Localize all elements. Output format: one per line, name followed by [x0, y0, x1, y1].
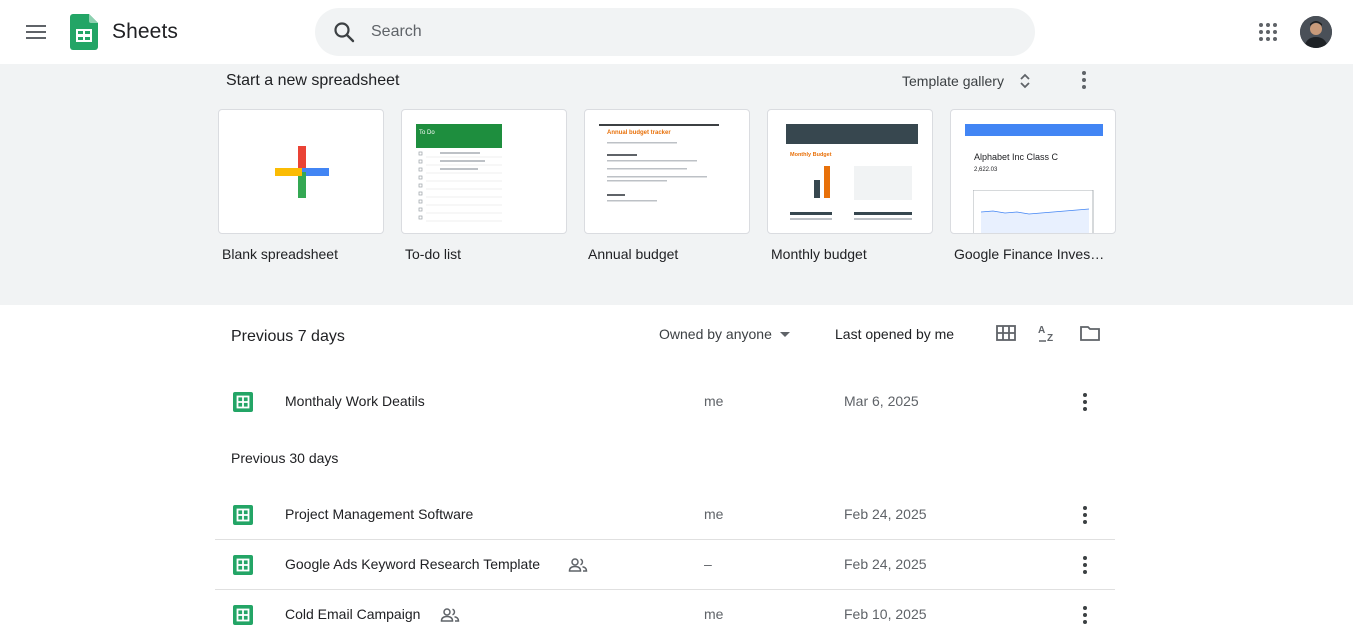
template-label: To-do list: [405, 246, 462, 262]
section-label-previous-30-days: Previous 30 days: [231, 450, 339, 466]
document-date: Feb 10, 2025: [844, 606, 927, 622]
sheets-file-icon: [233, 555, 253, 575]
template-gallery-button[interactable]: Template gallery: [902, 72, 1034, 90]
document-date: Feb 24, 2025: [844, 556, 927, 572]
template-label: Monthly budget: [771, 246, 867, 262]
more-options-icon[interactable]: [1073, 503, 1097, 527]
template-label: Annual budget: [588, 246, 679, 262]
todo-thumb-title: To Do: [419, 130, 435, 136]
dropdown-caret-icon: [779, 331, 790, 337]
finance-thumb-chart: [973, 190, 1094, 233]
more-options-icon[interactable]: [1073, 390, 1097, 414]
sort-az-icon[interactable]: A Z: [1036, 321, 1060, 345]
owner-filter-label: Owned by anyone: [659, 326, 772, 342]
todo-thumb-lines: [418, 151, 502, 222]
shared-people-icon: [568, 558, 588, 572]
document-owner: me: [704, 606, 724, 622]
template-google-finance[interactable]: Alphabet Inc Class C 2,622.03 Google Fin…: [950, 109, 1116, 262]
monthly-thumb-title: Monthly Budget: [790, 152, 832, 158]
template-thumbnail: To Do: [401, 109, 567, 234]
main-menu-button[interactable]: [20, 16, 52, 48]
finance-thumb-title: Alphabet Inc Class C: [974, 152, 1059, 162]
app-title[interactable]: Sheets: [112, 20, 178, 44]
document-owner: –: [704, 556, 712, 572]
annual-thumb-rule: [599, 124, 719, 126]
unfold-more-icon: [1020, 73, 1030, 89]
owner-filter-dropdown[interactable]: Owned by anyone: [659, 326, 790, 342]
folder-icon[interactable]: [1078, 321, 1102, 345]
monthly-thumb-header: [786, 124, 918, 144]
document-row[interactable]: Monthaly Work Deatils me Mar 6, 2025: [215, 377, 1115, 427]
top-app-bar: Sheets: [0, 0, 1353, 64]
shared-people-icon: [440, 608, 460, 622]
hamburger-menu-icon: [26, 25, 46, 39]
template-annual-budget[interactable]: Annual budget tracker Annual budget: [584, 109, 750, 262]
more-options-icon[interactable]: [1073, 603, 1097, 627]
template-gallery-label: Template gallery: [902, 73, 1004, 89]
template-panel: Start a new spreadsheet Template gallery…: [0, 64, 1353, 305]
document-row[interactable]: Google Ads Keyword Research Template – F…: [215, 540, 1115, 590]
account-avatar[interactable]: [1300, 16, 1332, 48]
annual-thumb-title: Annual budget tracker: [607, 130, 671, 136]
todo-thumb-header: To Do: [416, 124, 502, 148]
document-date: Mar 6, 2025: [844, 393, 919, 409]
svg-text:Z: Z: [1047, 333, 1053, 344]
search-bar[interactable]: [315, 8, 1035, 56]
avatar-photo: [1300, 16, 1332, 48]
template-monthly-budget[interactable]: Monthly Budget Monthly budget: [767, 109, 933, 262]
finance-thumb-price: 2,622.03: [974, 167, 998, 173]
document-name[interactable]: Monthaly Work Deatils: [285, 393, 425, 409]
plus-icon: [275, 146, 329, 198]
template-thumbnail: Alphabet Inc Class C 2,622.03: [950, 109, 1116, 234]
template-thumbnail: Annual budget tracker: [584, 109, 750, 234]
document-name[interactable]: Google Ads Keyword Research Template: [285, 556, 540, 572]
template-label: Google Finance Inves…: [954, 246, 1105, 262]
document-name[interactable]: Cold Email Campaign: [285, 606, 420, 622]
document-owner: me: [704, 393, 724, 409]
annual-thumb-lines: [607, 142, 707, 202]
google-apps-icon[interactable]: [1256, 20, 1280, 44]
document-name[interactable]: Project Management Software: [285, 506, 473, 522]
search-icon[interactable]: [332, 20, 356, 44]
list-section-title: Previous 7 days: [231, 328, 345, 345]
template-more-icon[interactable]: [1072, 68, 1096, 92]
template-label: Blank spreadsheet: [222, 246, 338, 262]
more-options-icon[interactable]: [1073, 553, 1097, 577]
svg-text:A: A: [1038, 325, 1045, 336]
document-owner: me: [704, 506, 724, 522]
sheets-logo-icon[interactable]: [70, 14, 98, 50]
monthly-thumb-chart: [790, 166, 912, 220]
document-row[interactable]: Project Management Software me Feb 24, 2…: [215, 490, 1115, 540]
grid-view-icon[interactable]: [994, 321, 1018, 345]
template-heading: Start a new spreadsheet: [226, 72, 400, 89]
document-row[interactable]: Cold Email Campaign me Feb 10, 2025: [215, 590, 1115, 632]
template-thumbnail: [218, 109, 384, 234]
sheets-file-icon: [233, 605, 253, 625]
search-input[interactable]: [371, 8, 1011, 56]
finance-thumb-header: [965, 124, 1103, 136]
document-date: Feb 24, 2025: [844, 506, 927, 522]
sheets-file-icon: [233, 505, 253, 525]
sheets-file-icon: [233, 392, 253, 412]
template-thumbnail: Monthly Budget: [767, 109, 933, 234]
sort-by-button[interactable]: Last opened by me: [835, 326, 954, 342]
template-blank-spreadsheet[interactable]: Blank spreadsheet: [218, 109, 384, 262]
template-todo-list[interactable]: To Do To-do list: [401, 109, 567, 262]
